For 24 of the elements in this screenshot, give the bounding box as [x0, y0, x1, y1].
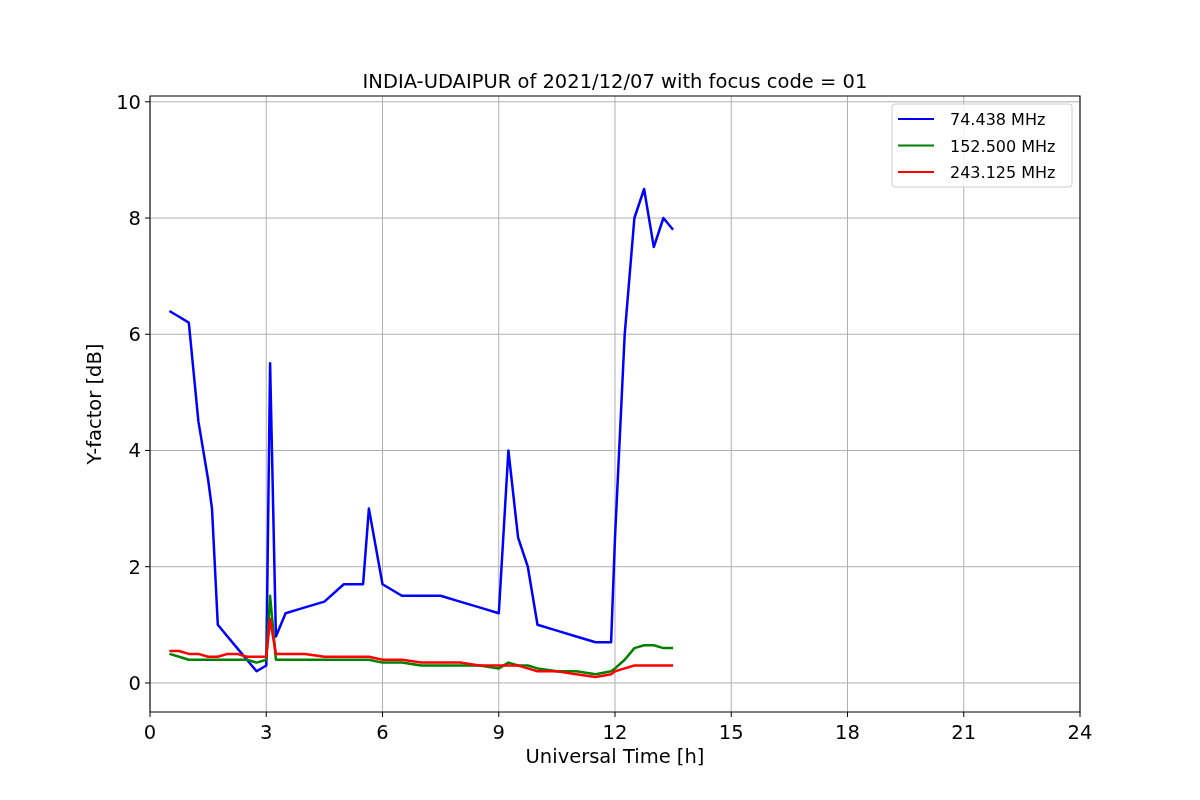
- axis-tick-label: 3: [260, 721, 273, 744]
- axis-tick-label: 6: [128, 323, 141, 347]
- axis-tick-label: 15: [718, 721, 744, 744]
- legend-line: [897, 171, 935, 173]
- axis-tick-label: 10: [116, 90, 141, 114]
- axis-tick-label: 4: [128, 439, 141, 463]
- legend-line: [897, 144, 935, 147]
- axis-tick-label: 0: [128, 671, 141, 695]
- axis-tick-label: 9: [492, 721, 505, 744]
- legend-line: [897, 118, 935, 120]
- axis-tick-label: 24: [1067, 721, 1093, 744]
- axis-label: Universal Time [h]: [525, 745, 705, 768]
- axis-tick-label: 6: [376, 721, 389, 744]
- chart-title: INDIA-UDAIPUR of 2021/12/07 with focus code = 01: [362, 70, 868, 93]
- legend-label: 74.438 MHz: [950, 110, 1046, 129]
- axis-tick-label: 21: [951, 721, 977, 744]
- axis-tick-label: 0: [143, 721, 157, 744]
- axis-tick-label: 18: [835, 721, 860, 744]
- axis-tick-label: 12: [602, 721, 628, 744]
- axis-label: Y-factor [dB]: [83, 343, 106, 465]
- axis-tick-label: 8: [128, 207, 141, 231]
- legend-label: 243.125 MHz: [950, 163, 1056, 182]
- legend-label: 152.500 MHz: [950, 136, 1056, 156]
- axis-tick-label: 2: [128, 555, 141, 579]
